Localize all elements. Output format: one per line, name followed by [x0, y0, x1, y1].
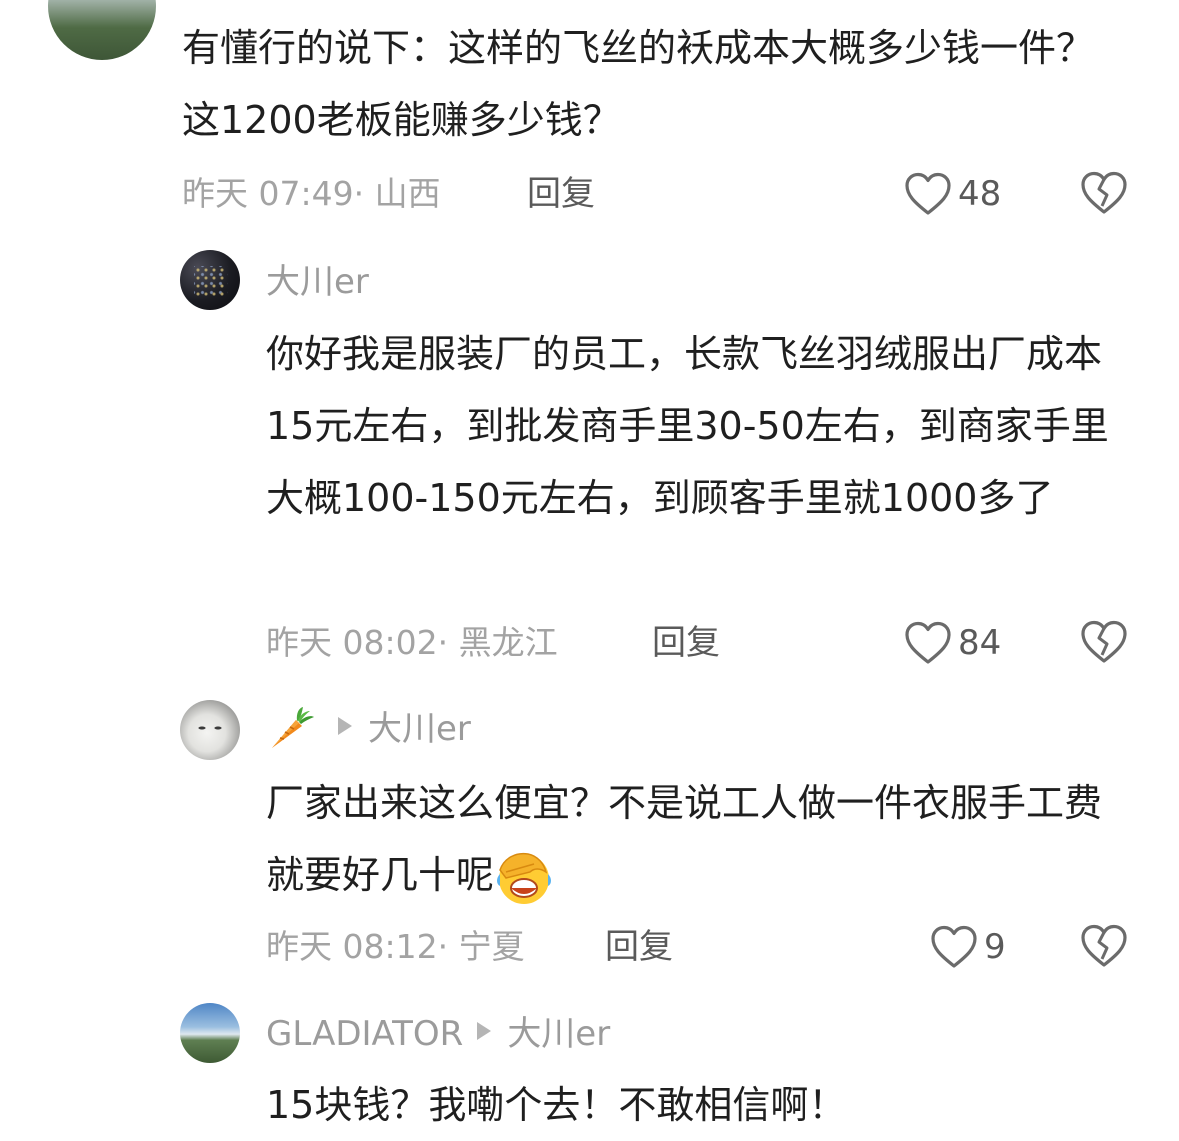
reply-to-author[interactable]: 大川er — [368, 709, 471, 749]
like-count: 84 — [958, 623, 1002, 663]
reply-arrow-icon — [477, 1022, 492, 1040]
heart-outline-icon — [905, 172, 951, 215]
comment-author-line: 大川er — [266, 704, 471, 754]
comment-author[interactable]: GLADIATOR — [266, 1014, 463, 1054]
reply-button[interactable]: 回复 — [652, 623, 720, 663]
comment-meta: 昨天 08:02· 黑龙江 — [266, 623, 558, 662]
reply-arrow-icon — [338, 717, 352, 735]
avatar[interactable] — [180, 250, 240, 310]
reply-to-author[interactable]: 大川er — [507, 1014, 610, 1054]
comment-text-body: 厂家出来这么便宜？不是说工人做一件衣服手工费就要好几十呢 — [266, 781, 1103, 897]
like-button[interactable]: 84 — [904, 619, 1001, 667]
avatar[interactable] — [180, 1003, 240, 1063]
comment-author[interactable]: 大川er — [266, 262, 369, 302]
avatar[interactable] — [180, 700, 240, 760]
broken-heart-icon[interactable] — [1080, 170, 1128, 216]
broken-heart-icon[interactable] — [1080, 619, 1128, 665]
comment-meta: 昨天 08:12· 宁夏 — [266, 927, 525, 966]
avatar[interactable] — [48, 0, 156, 60]
reply-button[interactable]: 回复 — [605, 927, 673, 967]
comment-author-line: GLADIATOR 大川er — [266, 1014, 610, 1054]
comment-text: 15块钱？我嘞个去！不敢相信啊！ — [266, 1083, 847, 1127]
heart-outline-icon — [905, 621, 951, 664]
heart-outline-icon — [931, 925, 977, 968]
facepalm-laughing-emoji-icon — [497, 852, 552, 904]
comment-text: 厂家出来这么便宜？不是说工人做一件衣服手工费就要好几十呢 — [266, 767, 1136, 911]
comment-text: 你好我是服装厂的员工，长款飞丝羽绒服出厂成本15元左右，到批发商手里30-50左… — [266, 332, 1109, 520]
like-count: 48 — [958, 174, 1002, 214]
broken-heart-icon[interactable] — [1080, 923, 1128, 969]
comment-meta: 昨天 07:49· 山西 — [182, 174, 441, 213]
carrot-emoji-icon[interactable] — [266, 704, 316, 754]
comment-text: 有懂行的说下：这样的飞丝的袄成本大概多少钱一件？这1200老板能赚多少钱？ — [182, 26, 1095, 142]
like-button[interactable]: 9 — [930, 923, 1006, 971]
like-count: 9 — [984, 927, 1006, 967]
like-button[interactable]: 48 — [904, 170, 1001, 218]
reply-button[interactable]: 回复 — [527, 174, 595, 214]
